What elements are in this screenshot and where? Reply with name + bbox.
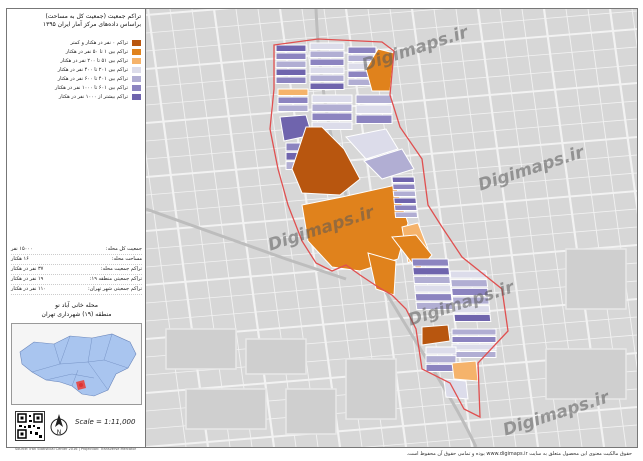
legend-item: تراکم ۰ نفر در هکتار و کمتر <box>10 39 141 47</box>
title-line-1: تراکم جمعیت (جمعیت کل به مساحت) <box>45 13 141 20</box>
legend-swatch <box>132 58 141 64</box>
legend-label: تراکم بین ۱ تا ۵۰ نفر در هکتار <box>65 49 128 55</box>
legend-swatch <box>132 94 141 100</box>
stat-label: تراکم جمعیتی منطقه ۱۹: <box>89 276 142 282</box>
legend-swatch <box>132 67 141 73</box>
stat-label: تراکم جمعیت محله: <box>100 266 142 272</box>
stat-row: تراکم جمعیتی شهر تهران: ۱۱۰ نفر در هکتار <box>11 285 142 295</box>
legend-label: تراکم بین ۲۰۱ تا ۴۰۰ نفر در هکتار <box>57 67 128 73</box>
stat-row: تراکم جمعیت محله: ۳۷ نفر در هکتار <box>11 265 142 275</box>
legend-item: تراکم بین ۱ تا ۵۰ نفر در هکتار <box>10 48 141 56</box>
stat-value: ۱۱۰ نفر در هکتار <box>11 286 46 292</box>
legend-swatch <box>132 49 141 55</box>
stat-value: ۱۶ هکتار <box>11 256 29 262</box>
legend-panel: تراکم جمعیت (جمعیت کل به مساحت) براساس د… <box>7 9 146 451</box>
legend-item: تراکم بین ۲۰۱ تا ۴۰۰ نفر در هکتار <box>10 66 141 74</box>
legend-swatch <box>132 40 141 46</box>
map-title: تراکم جمعیت (جمعیت کل به مساحت) براساس د… <box>10 13 141 29</box>
stat-label: مساحت محله: <box>111 256 142 262</box>
location-title: محله خانی آباد نو منطقه (۱۹) شهرداری تهر… <box>11 301 142 319</box>
map-svg <box>146 9 637 447</box>
stat-row: مساحت محله: ۱۶ هکتار <box>11 255 142 265</box>
stat-value: ۳۷ نفر در هکتار <box>11 266 44 272</box>
tehran-district-map <box>19 333 137 397</box>
legend-item: تراکم بیشتر از ۱۰۰۰ نفر در هکتار <box>10 93 141 101</box>
legend-item: تراکم بین ۴۰۱ تا ۶۰۰ نفر در هکتار <box>10 75 141 83</box>
north-arrow-icon: N <box>49 412 69 438</box>
legend-label: تراکم بیشتر از ۱۰۰۰ نفر در هکتار <box>58 94 128 100</box>
inset-locator-map <box>11 323 142 405</box>
legend-swatch <box>132 76 141 82</box>
district-name: منطقه (۱۹) شهرداری تهران <box>41 311 112 318</box>
map-scale: Scale = 1:11,000 <box>75 418 136 426</box>
legend-item: تراکم بین ۵۱ تا ۲۰۰ نفر در هکتار <box>10 57 141 65</box>
map-canvas[interactable]: Digimaps.ir Digimaps.ir Digimaps.ir Digi… <box>146 9 637 447</box>
title-line-2: براساس داده‌های مرکز آمار ایران ۱۳۹۵ <box>42 21 141 28</box>
stats-table: جمعیت کل محله: ۱۵۰۰۰ نفر مساحت محله: ۱۶ هک… <box>11 245 142 295</box>
stat-label: تراکم جمعیتی شهر تهران: <box>87 286 142 292</box>
stat-value: ۱۹ نفر در هکتار <box>11 276 44 282</box>
legend-item: تراکم بین ۶۰۱ تا ۱۰۰۰ نفر در هکتار <box>10 84 141 92</box>
qr-code-icon <box>15 411 45 441</box>
copyright-footer: حقوق مالکیت معنوی این محصول متعلق به سای… <box>406 451 632 457</box>
legend-label: تراکم ۰ نفر در هکتار و کمتر <box>70 40 128 46</box>
neighborhood-name: محله خانی آباد نو <box>55 302 98 309</box>
stat-value: ۱۵۰۰۰ نفر <box>11 246 33 252</box>
legend-swatch <box>132 85 141 91</box>
legend-label: تراکم بین ۴۰۱ تا ۶۰۰ نفر در هکتار <box>57 76 128 82</box>
location-marker <box>79 383 83 387</box>
legend-label: تراکم بین ۵۱ تا ۲۰۰ نفر در هکتار <box>60 58 128 64</box>
stat-label: جمعیت کل محله: <box>105 246 142 252</box>
legend-label: تراکم بین ۶۰۱ تا ۱۰۰۰ نفر در هکتار <box>55 85 128 91</box>
stat-row: جمعیت کل محله: ۱۵۰۰۰ نفر <box>11 245 142 255</box>
stat-row: تراکم جمعیتی منطقه ۱۹: ۱۹ نفر در هکتار <box>11 275 142 285</box>
north-label: N <box>57 429 62 436</box>
